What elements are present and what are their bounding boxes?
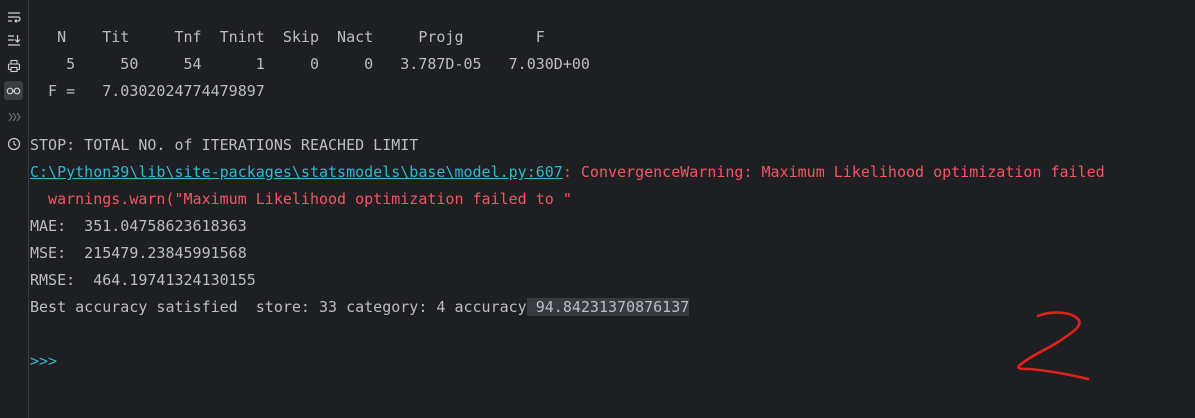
handwritten-scribble (1017, 311, 1090, 381)
stop-message: STOP: TOTAL NO. of ITERATIONS REACHED LI… (30, 136, 419, 154)
rmse-output: RMSE: 464.19741324130155 (30, 271, 256, 289)
warning-call: warnings.warn("Maximum Likelihood optimi… (30, 190, 572, 208)
python-console-window: N Tit Tnf Tnint Skip Nact Projg F 5 50 5… (0, 0, 1195, 418)
soft-wrap-icon[interactable] (4, 7, 23, 26)
glasses-icon[interactable] (4, 81, 23, 100)
console-toolbar (0, 0, 29, 418)
accuracy-value-highlight: 94.84231370876137 (526, 298, 690, 316)
best-accuracy-label: Best accuracy satisfied store: 33 catego… (30, 298, 527, 316)
warning-message: : ConvergenceWarning: Maximum Likelihood… (562, 163, 1105, 181)
print-icon[interactable] (4, 56, 23, 75)
mae-output: MAE: 351.04758623618363 (30, 217, 247, 235)
final-f-value: F = 7.0302024774479897 (30, 82, 265, 100)
optimizer-table-row: 5 50 54 1 0 0 3.787D-05 7.030D+00 (30, 55, 590, 73)
more-icon[interactable] (4, 107, 23, 126)
optimizer-table-header: N Tit Tnf Tnint Skip Nact Projg F (30, 28, 545, 46)
warning-file-link[interactable]: C:\Python39\lib\site-packages\statsmodel… (30, 163, 563, 181)
history-icon[interactable] (4, 134, 23, 153)
convergence-warning: C:\Python39\lib\site-packages\statsmodel… (30, 159, 1195, 186)
scroll-to-end-icon[interactable] (4, 30, 23, 49)
mse-output: MSE: 215479.23845991568 (30, 244, 247, 262)
